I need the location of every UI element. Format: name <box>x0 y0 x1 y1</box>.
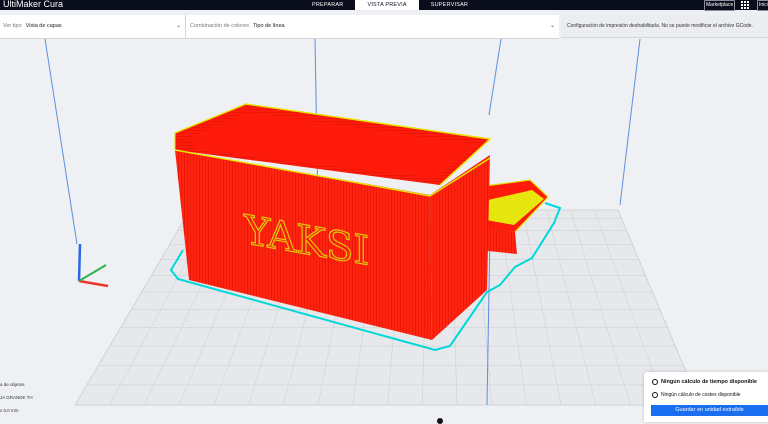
viewport-3d[interactable]: YAKSI <box>0 39 768 422</box>
stage-tabs: PREPARAR VISTA PREVIA SUPERVISAR <box>300 0 480 10</box>
cost-estimate-text: Ningún cálculo de costes disponible <box>661 392 741 398</box>
tab-monitor[interactable]: SUPERVISAR <box>419 0 480 10</box>
view-type-value: Vista de capas <box>25 23 62 29</box>
app-title: UltiMaker Cura <box>3 0 64 9</box>
save-to-removable-button[interactable]: Guardar en unidad extraíble <box>651 405 768 416</box>
chevron-down-icon[interactable]: ⌄ <box>550 23 556 29</box>
tab-preview[interactable]: VISTA PREVIA <box>355 0 419 10</box>
marketplace-button[interactable]: Marketplace <box>704 0 736 11</box>
color-scheme-value: Tipo de línea <box>253 23 285 29</box>
signin-button[interactable]: Iniciar sesión <box>757 0 768 11</box>
view-orientation-handle[interactable] <box>437 418 443 424</box>
object-dimensions: x 0,0 mm <box>0 408 19 413</box>
print-settings-notice: Configuración de impresión deshabilitada… <box>561 15 768 38</box>
time-estimate-row: Ningún cálculo de tiempo disponible <box>652 379 757 385</box>
time-estimate-text: Ningún cálculo de tiempo disponible <box>661 379 757 385</box>
view-type-selector[interactable]: Ver tipo Vista de capas <box>3 15 62 38</box>
cost-icon <box>652 392 658 398</box>
top-bar: UltiMaker Cura PREPARAR VISTA PREVIA SUP… <box>0 0 768 11</box>
toolbar-divider <box>185 15 186 38</box>
color-scheme-selector[interactable]: Combinación de colores Tipo de línea <box>190 15 285 38</box>
cost-estimate-row: Ningún cálculo de costes disponible <box>652 392 741 398</box>
object-name: JA GRANDE TH <box>0 395 33 400</box>
view-type-label: Ver tipo <box>3 23 22 29</box>
color-scheme-label: Combinación de colores <box>190 23 250 29</box>
object-list-panel: a de objetos JA GRANDE TH x 0,0 mm <box>0 378 33 417</box>
axis-gizmo <box>77 243 109 288</box>
tab-prepare[interactable]: PREPARAR <box>300 0 355 10</box>
clock-icon <box>652 379 658 385</box>
preview-toolbar: Ver tipo Vista de capas ⌄ Combinación de … <box>0 15 559 39</box>
chevron-down-icon[interactable]: ⌄ <box>176 23 182 29</box>
print-info-panel: Ningún cálculo de tiempo disponible Ning… <box>644 372 768 422</box>
object-list-label[interactable]: a de objetos <box>0 378 33 391</box>
apps-grid-icon[interactable] <box>740 0 750 10</box>
